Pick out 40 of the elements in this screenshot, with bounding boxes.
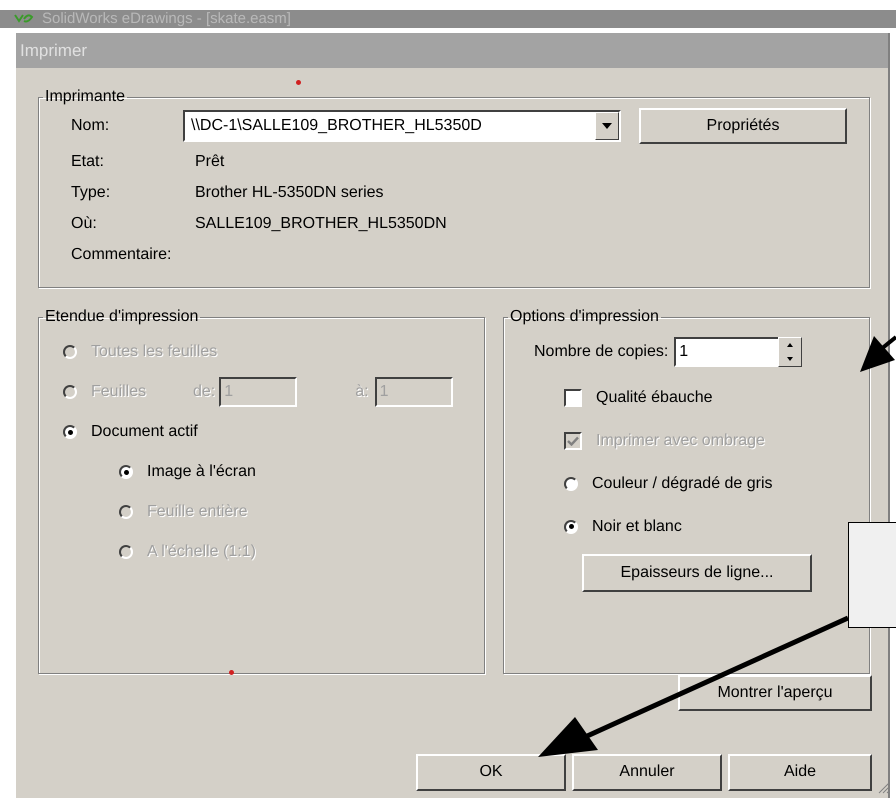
dialog-button[interactable]: Aide (728, 754, 872, 790)
detail-label: Type: (70, 184, 112, 202)
marker-dot (296, 80, 301, 85)
radio-button[interactable] (119, 465, 133, 479)
properties-button[interactable]: Propriétés (639, 108, 847, 144)
check-icon (567, 436, 579, 446)
dialog-title: Imprimer (20, 40, 88, 60)
detail-label: Où: (70, 214, 98, 232)
option-label: Document actif (91, 423, 198, 441)
radio-button[interactable] (564, 520, 578, 534)
option-label: Couleur / dégradé de gris (592, 474, 773, 492)
radio-button[interactable] (564, 476, 578, 490)
copies-field[interactable]: 1 (674, 337, 778, 367)
down-icon (787, 357, 794, 361)
line-weights-button[interactable]: Epaisseurs de ligne... (582, 554, 812, 592)
detail-label: Etat: (70, 152, 105, 170)
dialog-button[interactable]: OK (416, 754, 566, 790)
copies-label: Nombre de copies: (534, 343, 668, 361)
preview-button[interactable]: Montrer l'aperçu (678, 675, 872, 711)
option-label: Qualité ébauche (596, 388, 713, 406)
caret-icon (602, 123, 612, 129)
group-legend: Imprimante (43, 88, 128, 106)
detail-value: Prêt (195, 152, 224, 170)
marker-dot (229, 670, 234, 675)
radio-button[interactable] (63, 425, 77, 439)
printer-dropdown[interactable]: \\DC-1\SALLE109_BROTHER_HL5350D (183, 110, 621, 142)
up-icon (787, 343, 794, 347)
detail-label: Commentaire: (70, 246, 172, 264)
pointer-arrow (860, 335, 896, 372)
option-label: Noir et blanc (592, 518, 682, 536)
detail-value: SALLE109_BROTHER_HL5350DN (195, 214, 447, 232)
checkbox[interactable] (564, 388, 582, 406)
option-label: Image à l'écran (147, 463, 256, 481)
app-logo-icon (14, 13, 34, 25)
detail-value: Brother HL-5350DN series (195, 184, 384, 202)
group-legend: Etendue d'impression (43, 308, 200, 326)
field-label: Nom: (70, 117, 110, 135)
group-legend: Options d'impression (508, 308, 661, 326)
spin-buttons[interactable] (778, 337, 802, 367)
dialog-button[interactable]: Annuler (572, 754, 722, 790)
